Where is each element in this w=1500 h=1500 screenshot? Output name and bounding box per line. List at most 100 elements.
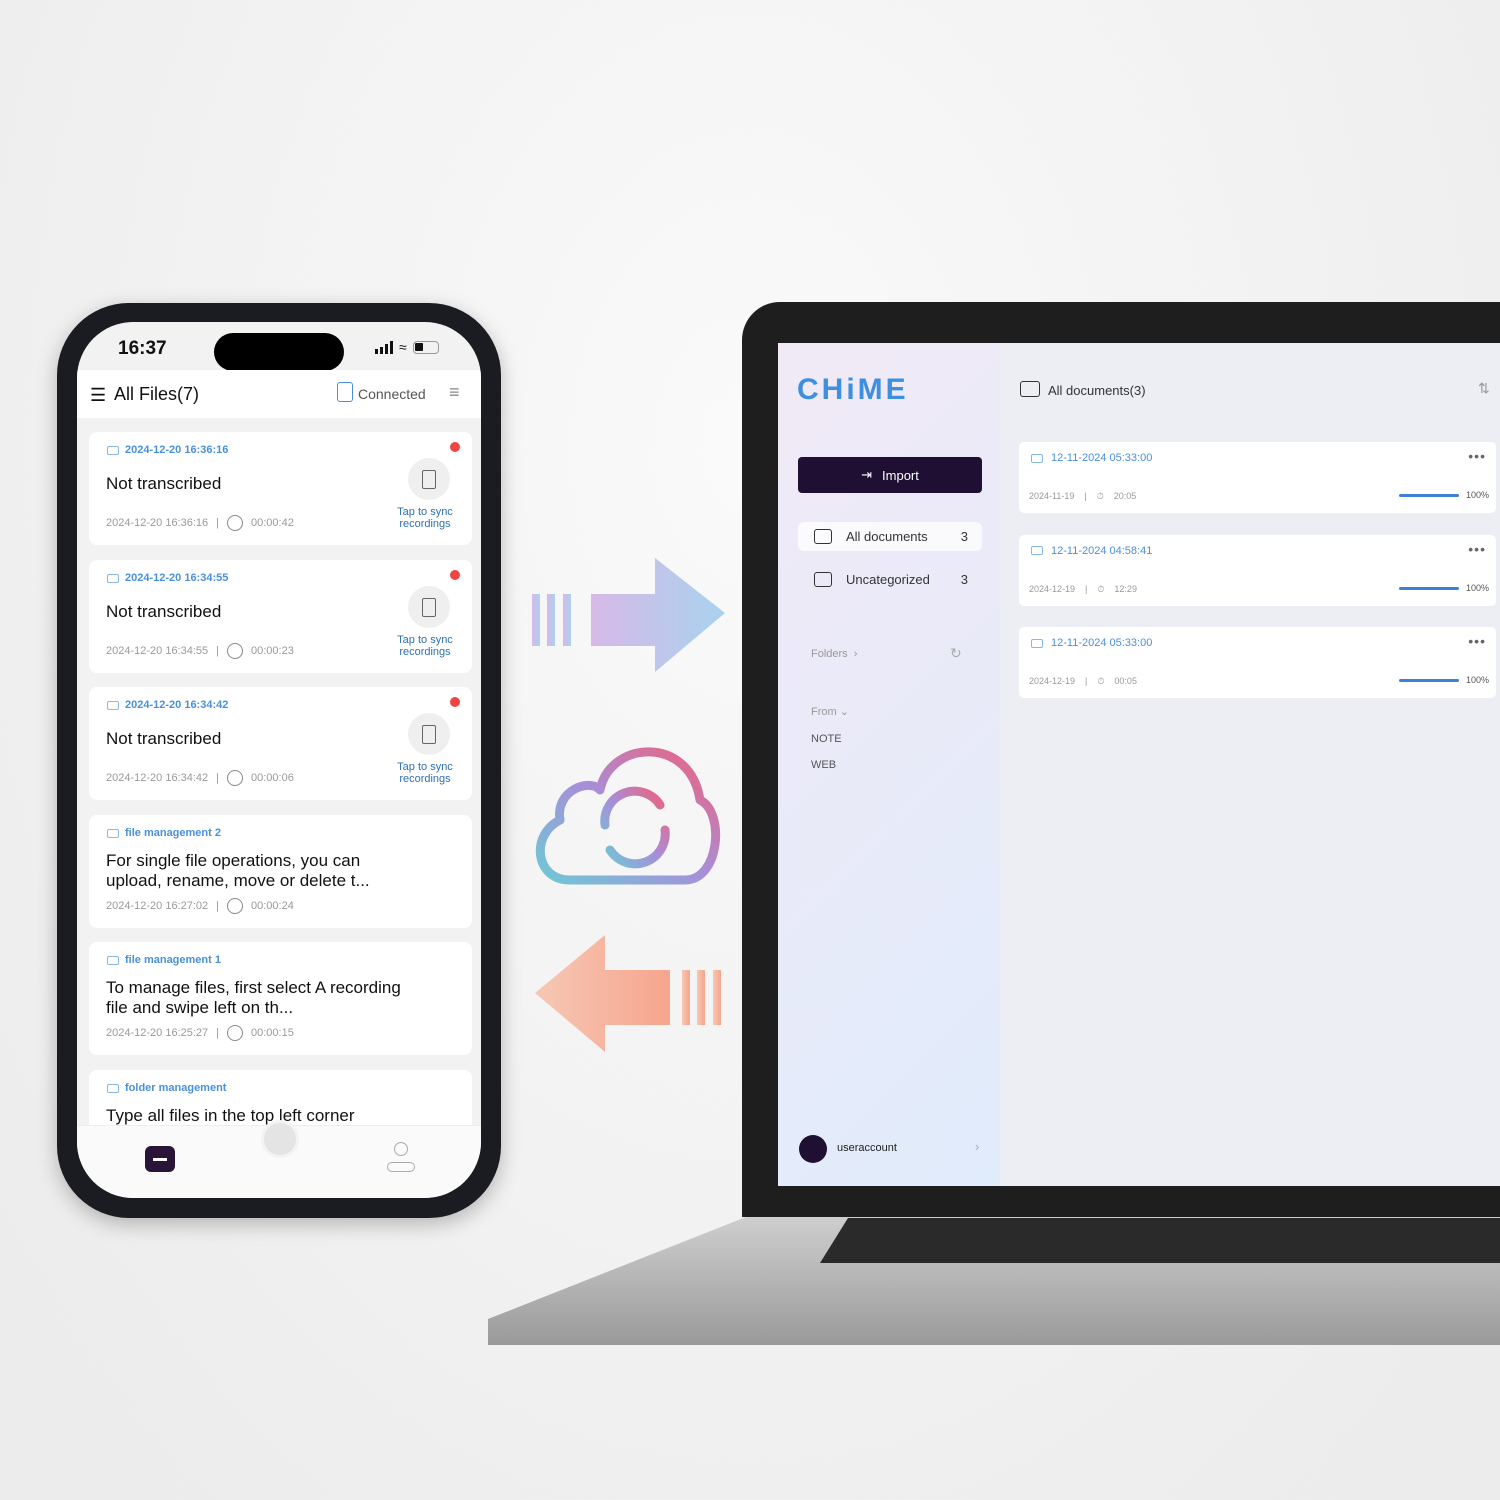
desktop-app: CHiME ⇥ Import All documents 3 Uncategoriz…	[778, 343, 1500, 1186]
clock-icon	[227, 643, 244, 659]
clock-icon	[227, 515, 244, 531]
folder-icon	[814, 529, 832, 544]
sync-label[interactable]: Tap to sync recordings	[392, 506, 458, 530]
sort-icon[interactable]: ⇅	[1478, 380, 1490, 397]
phone-sync-icon	[422, 597, 436, 617]
file-title: Type all files in the top left corner	[106, 1106, 355, 1125]
sync-button[interactable]	[408, 586, 450, 628]
progress-percent: 100%	[1466, 582, 1490, 593]
import-icon: ⇥	[861, 467, 873, 482]
more-options-icon[interactable]: •••	[1468, 448, 1486, 464]
sync-illustration	[532, 558, 725, 1052]
unsynced-dot	[450, 697, 460, 707]
sync-label[interactable]: Tap to sync recordings	[392, 634, 458, 658]
file-tag: file management 2	[107, 827, 221, 839]
timer-icon: ⏱	[1097, 583, 1105, 594]
cloud-sync-icon	[535, 747, 721, 885]
folders-toggle[interactable]: Folders ›	[811, 648, 857, 660]
folder-icon	[107, 700, 119, 710]
document-card[interactable]: 12-11-2024 05:33:00 ••• 2024-11-19 | ⏱ 20:0…	[1019, 442, 1496, 513]
file-tag: folder management	[107, 1082, 226, 1094]
sync-label[interactable]: Tap to sync recordings	[392, 761, 458, 785]
signal-icon	[375, 341, 393, 354]
import-button[interactable]: ⇥ Import	[798, 457, 982, 493]
unsynced-dot	[450, 442, 460, 452]
document-title: 12-11-2024 04:58:41	[1051, 544, 1153, 557]
folder-icon	[814, 572, 832, 587]
document-meta: 2024-12-19 | ⏱ 12:29	[1029, 583, 1137, 594]
sync-button[interactable]	[408, 458, 450, 500]
clock-icon	[227, 898, 244, 914]
source-note[interactable]: NOTE	[811, 733, 842, 745]
clock-icon	[227, 770, 244, 786]
file-card[interactable]: 2024-12-20 16:34:55 Not transcribed 2024-1…	[89, 560, 472, 673]
from-toggle[interactable]: From ⌄	[811, 705, 849, 718]
progress-bar	[1399, 494, 1459, 497]
more-options-icon[interactable]: •••	[1468, 633, 1486, 649]
tab-profile-icon[interactable]	[387, 1142, 415, 1174]
phone-screen: 16:37 ≈ ☰ All Files(7) Connected ≡ 2024-…	[77, 322, 481, 1198]
document-card[interactable]: 12-11-2024 05:33:00 ••• 2024-12-19 | ⏱ 00:0…	[1019, 627, 1496, 698]
file-title: To manage files, first select A recordin…	[106, 978, 401, 1017]
file-title: For single file operations, you can uplo…	[106, 851, 370, 890]
upload-arrow-icon	[532, 558, 725, 672]
user-name[interactable]: useraccount	[837, 1142, 897, 1154]
file-title: Not transcribed	[106, 474, 222, 493]
folder-icon	[1020, 381, 1040, 397]
refresh-icon[interactable]: ↻	[950, 645, 962, 662]
documents-header: All documents(3)	[1048, 383, 1146, 398]
connection-status[interactable]: Connected	[358, 386, 426, 402]
file-card[interactable]: 2024-12-20 16:34:42 Not transcribed 2024-1…	[89, 687, 472, 800]
phone-sync-icon	[422, 724, 436, 744]
nav-all-documents[interactable]: All documents 3	[798, 522, 982, 551]
progress-bar	[1399, 679, 1459, 682]
file-tag: 2024-12-20 16:34:42	[107, 699, 228, 711]
document-meta: 2024-11-19 | ⏱ 20:05	[1029, 491, 1137, 501]
avatar[interactable]	[799, 1135, 827, 1163]
tab-bar	[77, 1120, 481, 1198]
file-meta: 2024-12-20 16:36:16 | 00:00:42	[106, 515, 294, 531]
file-meta: 2024-12-20 16:25:27 | 00:00:15	[106, 1025, 294, 1041]
document-title: 12-11-2024 05:33:00	[1051, 637, 1153, 649]
progress-percent: 100%	[1466, 490, 1490, 500]
chevron-right-icon[interactable]: ›	[975, 1139, 979, 1154]
file-tag: 2024-12-20 16:36:16	[107, 444, 228, 456]
more-options-icon[interactable]: •••	[1468, 541, 1486, 557]
download-arrow-icon	[535, 935, 721, 1052]
folder-icon	[1031, 546, 1043, 555]
progress-percent: 100%	[1466, 675, 1490, 685]
folder-icon	[107, 1083, 119, 1093]
nav-uncategorized[interactable]: Uncategorized 3	[798, 565, 982, 594]
battery-icon	[412, 341, 439, 354]
document-card[interactable]: 12-11-2024 04:58:41 ••• 2024-12-19 | ⏱ 12:2…	[1019, 534, 1496, 606]
app-header: ☰ All Files(7) Connected ≡	[77, 370, 481, 418]
folder-icon	[1031, 453, 1043, 463]
wifi-icon: ≈	[399, 339, 407, 355]
document-title: 12-11-2024 05:33:00	[1051, 452, 1153, 464]
dynamic-island	[214, 333, 344, 371]
folder-icon	[107, 955, 119, 965]
chime-logo: CHiME	[797, 373, 909, 406]
phone-sync-icon	[422, 469, 436, 489]
folder-icon	[1031, 638, 1043, 648]
file-meta: 2024-12-20 16:34:42 | 00:00:06	[106, 770, 294, 786]
keyboard	[820, 1218, 1500, 1263]
sync-button[interactable]	[408, 713, 450, 755]
record-mic-icon[interactable]	[261, 1120, 299, 1158]
source-web[interactable]: WEB	[811, 759, 836, 771]
timer-icon: ⏱	[1097, 676, 1105, 686]
sidebar: CHiME ⇥ Import All documents 3 Uncategoriz…	[778, 343, 1000, 1186]
file-card[interactable]: 2024-12-20 16:36:16 Not transcribed 2024-1…	[89, 432, 472, 545]
file-tag: file management 1	[107, 954, 221, 966]
file-meta: 2024-12-20 16:34:55 | 00:00:23	[106, 643, 294, 659]
tab-files-icon[interactable]	[145, 1146, 175, 1172]
file-title: Not transcribed	[106, 729, 222, 748]
file-tag: 2024-12-20 16:34:55	[107, 572, 228, 584]
document-meta: 2024-12-19 | ⏱ 00:05	[1029, 676, 1137, 686]
select-list-icon[interactable]: ≡	[449, 382, 460, 403]
clock-icon	[227, 1025, 244, 1041]
file-card[interactable]: file management 1 To manage files, first …	[89, 942, 472, 1055]
file-card[interactable]: file management 2 For single file operati…	[89, 815, 472, 928]
menu-icon[interactable]: ☰	[90, 385, 106, 406]
status-icons: ≈	[375, 339, 439, 355]
